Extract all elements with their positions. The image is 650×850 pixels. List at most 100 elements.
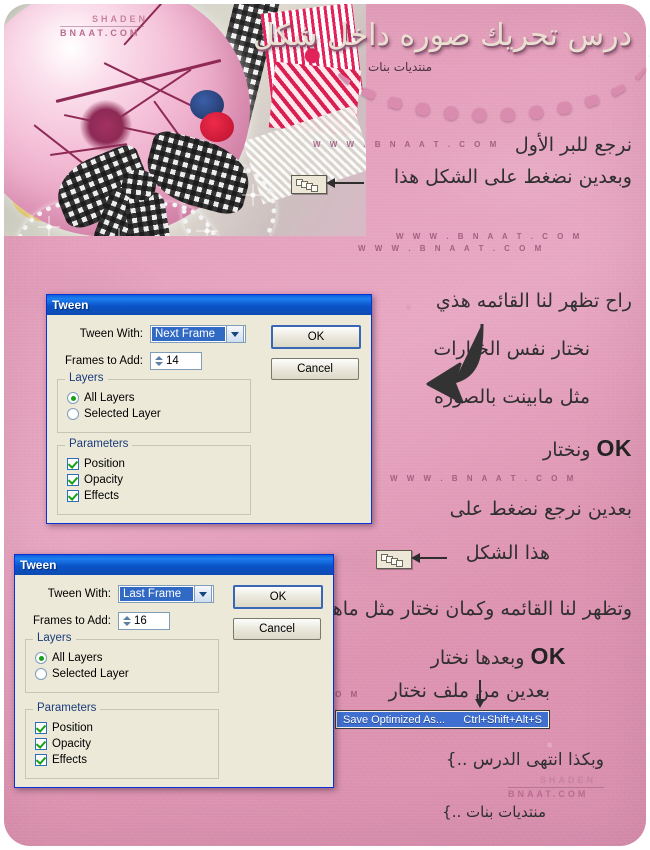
tween-dialog-2-checkbox-effects[interactable]: Effects: [35, 754, 209, 766]
save-optimized-as-label: Save Optimized As...: [343, 713, 446, 726]
pointer-arrow-head-1: [326, 178, 335, 188]
annotation-line-8: هذا الشكل: [465, 542, 550, 564]
tween-dialog-1-selected-layer-label: Selected Layer: [84, 408, 161, 420]
tween-dialog-1-all-layers-label: All Layers: [84, 392, 135, 404]
tween-dialog-1-titlebar[interactable]: Tween: [47, 295, 371, 315]
tween-dialog-2-titlebar[interactable]: Tween: [15, 555, 333, 575]
tween-dialog-2-opacity-label: Opacity: [52, 738, 91, 750]
annotation-line-11: بعدين من ملف نختار: [388, 680, 550, 702]
tween-dialog-1-frames-value: 14: [166, 355, 179, 367]
tween-dialog-1-tween-with-select[interactable]: Next Frame: [150, 325, 246, 343]
tween-dialog-2-frames-label: Frames to Add:: [33, 615, 111, 627]
radio-off-icon: [67, 408, 79, 420]
checkbox-checked-icon: [67, 474, 79, 486]
tween-dialog-2-ok-button[interactable]: OK: [233, 585, 323, 609]
watermark-www-3: W W W . B N A A T . C O M: [358, 244, 545, 253]
curved-arrow-icon: [420, 320, 500, 406]
chevron-down-icon[interactable]: [226, 325, 244, 343]
tween-dialog-2-cancel-button[interactable]: Cancel: [233, 618, 321, 640]
tween-dialog-2-effects-label: Effects: [52, 754, 87, 766]
tween-dialog-2-all-layers-label: All Layers: [52, 652, 103, 664]
watermark-shaden-footer: SHADEN: [540, 775, 597, 785]
annotation-line-3: راح تظهر لنا القائمه هذي: [435, 290, 632, 312]
ok-text-2: OK: [530, 643, 566, 669]
tween-dialog-1-position-label: Position: [84, 458, 125, 470]
watermark-www-1: W W W . B N A A T . C O M: [313, 140, 500, 149]
tween-dialog-1-checkbox-position[interactable]: Position: [67, 458, 241, 470]
tween-dialog-1-effects-label: Effects: [84, 490, 119, 502]
annotation-line-1: نرجع للبر الأول: [514, 134, 632, 156]
annotation-line-13: منتديات بنات ..}: [442, 803, 546, 821]
tween-dialog-2-tween-with-select[interactable]: Last Frame: [118, 585, 214, 603]
tween-icon-button-2[interactable]: [376, 550, 412, 569]
chevron-down-icon[interactable]: [194, 585, 212, 603]
tween-dialog-1-tween-with-value: Next Frame: [152, 327, 225, 341]
tween-dialog-1-radio-selected-layer[interactable]: Selected Layer: [67, 408, 241, 420]
save-optimized-as-menu-item[interactable]: Save Optimized As... Ctrl+Shift+Alt+S: [335, 710, 550, 729]
tween-dialog-2-checkbox-opacity[interactable]: Opacity: [35, 738, 209, 750]
watermark-bnaat-header: BNAAT.COM: [60, 28, 141, 38]
checkbox-checked-icon: [35, 738, 47, 750]
pointer-arrow-line-1: [330, 182, 364, 184]
watermark-www-4: W W W . B N A A T . C O M: [390, 474, 577, 483]
tween-dialog-2[interactable]: Tween OK Cancel Tween With: Last Frame F…: [14, 554, 334, 788]
tween-dialog-2-radio-selected-layer[interactable]: Selected Layer: [35, 668, 209, 680]
checkbox-checked-icon: [67, 458, 79, 470]
tween-dialog-1-cancel-button[interactable]: Cancel: [271, 358, 359, 380]
tween-dialog-2-title: Tween: [20, 558, 57, 572]
tween-dialog-1-frames-label: Frames to Add:: [65, 355, 143, 367]
radio-on-icon: [67, 392, 79, 404]
down-arrow-icon: [474, 680, 486, 708]
annotation-line-6-prefix: ونختار: [543, 439, 591, 461]
tween-dialog-1-parameters-group: Parameters Position Opacity Effects: [57, 438, 251, 515]
watermark-shaden-header: SHADEN: [92, 14, 149, 24]
tween-dialog-1-ok-button[interactable]: OK: [271, 325, 361, 349]
tween-dialog-2-parameters-group: Parameters Position Opacity Effects: [25, 702, 219, 779]
checkbox-checked-icon: [35, 722, 47, 734]
annotation-line-12: وبكذا انتهى الدرس ..}: [445, 750, 604, 770]
tween-dialog-1-checkbox-opacity[interactable]: Opacity: [67, 474, 241, 486]
tween-dialog-1-tween-with-label: Tween With:: [79, 328, 143, 340]
annotation-line-6: OK ونختار: [543, 432, 632, 465]
tween-dialog-2-checkbox-position[interactable]: Position: [35, 722, 209, 734]
tween-dialog-2-selected-layer-label: Selected Layer: [52, 668, 129, 680]
watermark-bnaat-footer: BNAAT.COM: [508, 789, 589, 799]
checkbox-checked-icon: [67, 490, 79, 502]
watermark-www-2: W W W . B N A A T . C O M: [396, 232, 583, 241]
annotation-line-7: بعدين نرجع نضغط على: [449, 498, 632, 520]
page-title: درس تحريك صوره داخل شكل: [252, 18, 632, 53]
tween-dialog-2-tween-with-value: Last Frame: [120, 587, 193, 601]
tween-dialog-1-opacity-label: Opacity: [84, 474, 123, 486]
tween-dialog-2-position-label: Position: [52, 722, 93, 734]
tween-dialog-1-layers-group: Layers All Layers Selected Layer: [57, 372, 251, 433]
tween-dialog-1-frames-stepper[interactable]: 14: [150, 352, 202, 370]
watermark-divider: [60, 26, 144, 27]
tween-dialog-1-parameters-caption: Parameters: [65, 438, 133, 450]
checkbox-checked-icon: [35, 754, 47, 766]
tween-dialog-1-radio-all-layers[interactable]: All Layers: [67, 392, 241, 404]
tween-dialog-2-layers-group: Layers All Layers Selected Layer: [25, 632, 219, 693]
spinner-arrows-icon[interactable]: [153, 353, 164, 369]
tween-dialog-1-checkbox-effects[interactable]: Effects: [67, 490, 241, 502]
tween-icon-button-1[interactable]: [291, 175, 327, 194]
radio-on-icon: [35, 652, 47, 664]
spinner-arrows-icon[interactable]: [121, 613, 132, 629]
save-optimized-as-shortcut: Ctrl+Shift+Alt+S: [463, 713, 542, 726]
ok-text-1: OK: [596, 435, 632, 461]
watermark-divider-footer: [508, 787, 604, 788]
tween-dialog-1[interactable]: Tween OK Cancel Tween With: Next Frame F…: [46, 294, 372, 524]
tutorial-page: SHADEN BNAAT.COM درس تحريك صوره داخل شكل…: [0, 0, 650, 850]
pointer-arrow-head-2: [411, 553, 420, 563]
tween-dialog-2-tween-with-label: Tween With:: [47, 588, 111, 600]
tween-dialog-1-layers-caption: Layers: [65, 372, 108, 384]
pearl-necklace-decoration: [330, 54, 650, 122]
tween-dialog-1-title: Tween: [52, 298, 89, 312]
tween-dialog-2-frames-value: 16: [134, 615, 147, 627]
annotation-line-10: OK وبعدها نختار: [431, 640, 566, 673]
tween-dialog-2-radio-all-layers[interactable]: All Layers: [35, 652, 209, 664]
tween-dialog-2-frames-stepper[interactable]: 16: [118, 612, 170, 630]
radio-off-icon: [35, 668, 47, 680]
annotation-line-10-prefix: وبعدها نختار: [430, 647, 525, 669]
annotation-line-2: وبعدين نضغط على الشكل هذا: [393, 166, 632, 188]
tween-dialog-2-layers-caption: Layers: [33, 632, 76, 644]
